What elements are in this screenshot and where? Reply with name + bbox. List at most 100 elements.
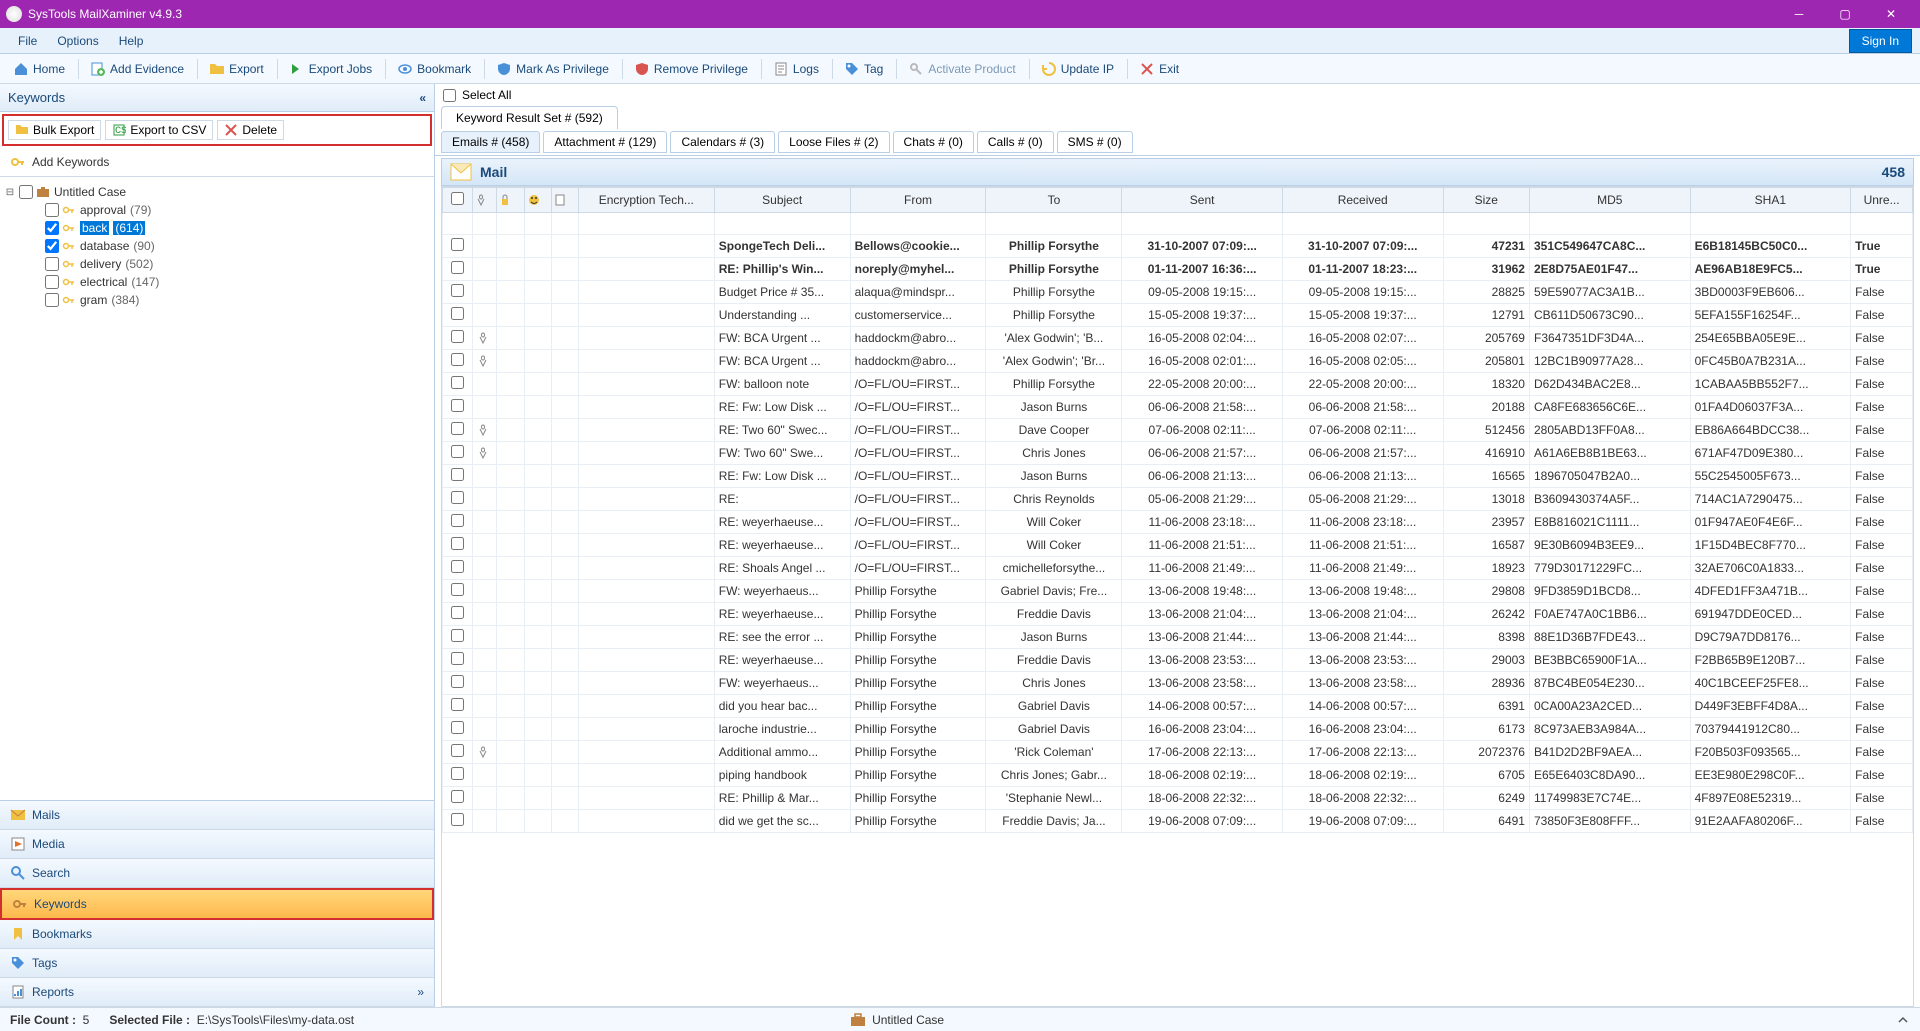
keyword-checkbox[interactable]	[45, 203, 59, 217]
row-checkbox[interactable]	[451, 537, 464, 550]
table-row[interactable]: RE: weyerhaeuse.../O=FL/OU=FIRST...Will …	[443, 511, 1913, 534]
keyword-item[interactable]: database(90)	[30, 237, 430, 255]
filter-cell[interactable]	[714, 213, 850, 235]
column-header[interactable]: Subject	[714, 188, 850, 213]
filter-cell[interactable]	[578, 213, 714, 235]
column-header[interactable]	[524, 188, 551, 213]
table-row[interactable]: RE: Fw: Low Disk .../O=FL/OU=FIRST...Jas…	[443, 465, 1913, 488]
table-row[interactable]: Additional ammo...Phillip Forsythe'Rick …	[443, 741, 1913, 764]
keyword-item[interactable]: electrical(147)	[30, 273, 430, 291]
row-checkbox[interactable]	[451, 284, 464, 297]
keyword-checkbox[interactable]	[45, 293, 59, 307]
column-header[interactable]: SHA1	[1690, 188, 1851, 213]
table-row[interactable]: RE: Shoals Angel .../O=FL/OU=FIRST...cmi…	[443, 557, 1913, 580]
filter-cell[interactable]	[1851, 213, 1913, 235]
filter-cell[interactable]	[850, 213, 986, 235]
column-header[interactable]: To	[986, 188, 1122, 213]
remove-privilege-button[interactable]: Remove Privilege	[625, 56, 757, 82]
nav-bookmarks[interactable]: Bookmarks	[0, 920, 434, 949]
row-checkbox[interactable]	[451, 652, 464, 665]
nav-mails[interactable]: Mails	[0, 801, 434, 830]
column-header[interactable]: Encryption Tech...	[578, 188, 714, 213]
activate-product-button[interactable]: Activate Product	[899, 56, 1024, 82]
row-checkbox[interactable]	[451, 468, 464, 481]
filter-cell[interactable]	[1122, 213, 1283, 235]
row-checkbox[interactable]	[451, 813, 464, 826]
table-row[interactable]: RE: Fw: Low Disk .../O=FL/OU=FIRST...Jas…	[443, 396, 1913, 419]
delete-keyword-button[interactable]: Delete	[217, 120, 284, 140]
table-row[interactable]: did we get the sc...Phillip ForsytheFred…	[443, 810, 1913, 833]
sub-tab[interactable]: Calendars # (3)	[670, 131, 775, 153]
table-row[interactable]: RE: Phillip & Mar...Phillip Forsythe'Ste…	[443, 787, 1913, 810]
row-checkbox[interactable]	[451, 583, 464, 596]
row-checkbox[interactable]	[451, 721, 464, 734]
sub-tab[interactable]: Attachment # (129)	[543, 131, 667, 153]
keyword-checkbox[interactable]	[45, 239, 59, 253]
keyword-item[interactable]: approval(79)	[30, 201, 430, 219]
table-row[interactable]: RE: weyerhaeuse.../O=FL/OU=FIRST...Will …	[443, 534, 1913, 557]
sub-tab[interactable]: SMS # (0)	[1057, 131, 1133, 153]
filter-cell[interactable]	[1443, 213, 1529, 235]
expand-icon[interactable]: »	[417, 985, 424, 999]
row-checkbox[interactable]	[451, 307, 464, 320]
table-row[interactable]: Understanding ...customerservice...Phill…	[443, 304, 1913, 327]
table-row[interactable]: RE: weyerhaeuse...Phillip ForsytheFreddi…	[443, 649, 1913, 672]
row-checkbox[interactable]	[451, 491, 464, 504]
table-row[interactable]: FW: weyerhaeus...Phillip ForsytheGabriel…	[443, 580, 1913, 603]
row-checkbox[interactable]	[451, 744, 464, 757]
table-row[interactable]: piping handbookPhillip ForsytheChris Jon…	[443, 764, 1913, 787]
row-checkbox[interactable]	[451, 514, 464, 527]
row-checkbox[interactable]	[451, 675, 464, 688]
table-row[interactable]: RE: weyerhaeuse...Phillip ForsytheFreddi…	[443, 603, 1913, 626]
nav-reports[interactable]: Reports»	[0, 978, 434, 1007]
row-checkbox[interactable]	[451, 238, 464, 251]
column-header[interactable]	[472, 188, 497, 213]
tree-case-checkbox[interactable]	[19, 185, 33, 199]
update-ip-button[interactable]: Update IP	[1032, 56, 1123, 82]
export-jobs-button[interactable]: Export Jobs	[280, 56, 381, 82]
table-row[interactable]: FW: Two 60" Swe.../O=FL/OU=FIRST...Chris…	[443, 442, 1913, 465]
tree-toggle-icon[interactable]: ⊟	[4, 187, 16, 198]
row-checkbox[interactable]	[451, 606, 464, 619]
column-header[interactable]: Sent	[1122, 188, 1283, 213]
keyword-checkbox[interactable]	[45, 257, 59, 271]
menu-help[interactable]: Help	[109, 30, 154, 52]
nav-keywords[interactable]: Keywords	[0, 888, 434, 920]
filter-cell[interactable]	[986, 213, 1122, 235]
result-tab[interactable]: Keyword Result Set # (592)	[441, 106, 618, 129]
header-checkbox[interactable]	[451, 192, 464, 205]
statusbar-expand-button[interactable]	[1896, 1013, 1910, 1027]
export-button[interactable]: Export	[200, 56, 273, 82]
sub-tab[interactable]: Loose Files # (2)	[778, 131, 889, 153]
table-row[interactable]: RE:/O=FL/OU=FIRST...Chris Reynolds05-06-…	[443, 488, 1913, 511]
sub-tab[interactable]: Calls # (0)	[977, 131, 1054, 153]
table-row[interactable]: SpongeTech Deli...Bellows@cookie...Phill…	[443, 235, 1913, 258]
filter-cell[interactable]	[551, 213, 578, 235]
filter-cell[interactable]	[472, 213, 497, 235]
row-checkbox[interactable]	[451, 560, 464, 573]
bulk-export-button[interactable]: Bulk Export	[8, 120, 101, 140]
row-checkbox[interactable]	[451, 629, 464, 642]
menu-file[interactable]: File	[8, 30, 47, 52]
table-row[interactable]: RE: Phillip's Win...noreply@myhel...Phil…	[443, 258, 1913, 281]
keyword-item[interactable]: back(614)	[30, 219, 430, 237]
sub-tab[interactable]: Chats # (0)	[893, 131, 974, 153]
table-row[interactable]: laroche industrie...Phillip ForsytheGabr…	[443, 718, 1913, 741]
column-header[interactable]: Received	[1282, 188, 1443, 213]
table-row[interactable]: Budget Price # 35...alaqua@mindspr...Phi…	[443, 281, 1913, 304]
add-evidence-button[interactable]: Add Evidence	[81, 56, 193, 82]
filter-cell[interactable]	[1529, 213, 1690, 235]
close-button[interactable]: ✕	[1868, 0, 1914, 28]
table-row[interactable]: FW: weyerhaeus...Phillip ForsytheChris J…	[443, 672, 1913, 695]
keyword-item[interactable]: gram(384)	[30, 291, 430, 309]
bookmark-button[interactable]: Bookmark	[388, 56, 480, 82]
table-row[interactable]: RE: Two 60" Swec.../O=FL/OU=FIRST...Dave…	[443, 419, 1913, 442]
tree-case-row[interactable]: ⊟ Untitled Case	[4, 183, 430, 201]
filter-cell[interactable]	[524, 213, 551, 235]
row-checkbox[interactable]	[451, 330, 464, 343]
nav-media[interactable]: Media	[0, 830, 434, 859]
nav-search[interactable]: Search	[0, 859, 434, 888]
filter-cell[interactable]	[497, 213, 524, 235]
keyword-checkbox[interactable]	[45, 275, 59, 289]
table-row[interactable]: RE: see the error ...Phillip ForsytheJas…	[443, 626, 1913, 649]
